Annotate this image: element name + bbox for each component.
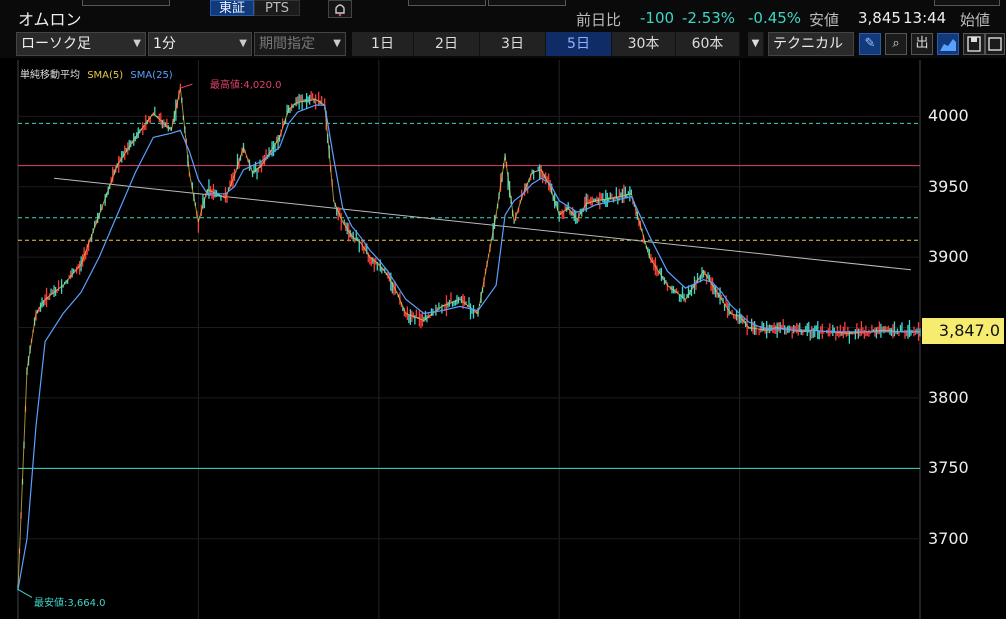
range-30bars[interactable]: 30本: [612, 32, 676, 56]
legend-sma25: SMA(25): [130, 70, 173, 81]
header-stub-mid2: [488, 0, 566, 6]
period-select[interactable]: 期間指定 ▼: [254, 32, 346, 56]
y-tick-label: 3700: [928, 528, 969, 548]
range-1d[interactable]: 1日: [352, 32, 414, 56]
chevron-down-icon: ▼: [133, 38, 141, 49]
high-annotation: 最高値:4,020.0: [210, 80, 282, 91]
save-icon[interactable]: [963, 33, 985, 55]
legend-title: 単純移動平均: [20, 70, 80, 81]
pencil-icon[interactable]: ✎: [859, 33, 881, 55]
chevron-down-icon: ▼: [239, 38, 247, 49]
period-value: 期間指定: [259, 36, 315, 52]
tab-pts[interactable]: PTS: [254, 0, 300, 16]
y-tick-label: 3900: [928, 247, 969, 267]
stock-title: オムロン: [18, 10, 82, 29]
low-annotation: 最安値:3,664.0: [34, 598, 106, 609]
window-icon[interactable]: [985, 33, 1005, 55]
chevron-down-icon: ▼: [333, 38, 341, 49]
range-3d[interactable]: 3日: [480, 32, 546, 56]
output-icon[interactable]: 出: [911, 33, 933, 55]
range-2d[interactable]: 2日: [414, 32, 480, 56]
y-tick-label: 3800: [928, 387, 969, 407]
header-stub-mid1: [408, 0, 486, 6]
current-price-tag: 3,847.0: [922, 318, 1004, 344]
legend: 単純移動平均 SMA(5) SMA(25): [20, 66, 177, 81]
chart-canvas[interactable]: [16, 60, 1006, 619]
trend-line: [54, 177, 912, 271]
chart-type-select[interactable]: ローソク足 ▼: [16, 32, 146, 56]
range-more-chevron-icon[interactable]: ▼: [748, 32, 764, 56]
header-bar: オムロン 東証 PTS 前日比 -100 -2.53% -0.45% 安値 3,…: [0, 0, 1006, 30]
quote-time: 13:44: [903, 9, 947, 27]
interval-value: 1分: [153, 36, 176, 52]
technical-button[interactable]: テクニカル: [768, 32, 854, 56]
range-60bars[interactable]: 60本: [676, 32, 740, 56]
low-marker: [17, 588, 33, 598]
high-marker: [180, 83, 193, 89]
zoom-icon[interactable]: ⌕: [885, 33, 907, 55]
alert-bell-icon[interactable]: [328, 0, 352, 18]
header-stub-left: [82, 0, 170, 6]
range-5d[interactable]: 5日: [546, 32, 612, 56]
change-percent-2: -0.45%: [748, 9, 802, 27]
chart-toolbar: ローソク足 ▼ 1分 ▼ 期間指定 ▼ 1日 2日 3日 5日 30本 60本 …: [0, 30, 1006, 58]
y-tick-label: 3750: [928, 458, 969, 478]
header-stub-right: [934, 0, 1000, 6]
y-tick-label: 3950: [928, 176, 969, 196]
sma5-line: [17, 88, 920, 590]
low-label: 安値: [809, 11, 840, 29]
low-value: 3,845: [858, 9, 901, 27]
change-percent: -2.53%: [682, 9, 736, 27]
interval-select[interactable]: 1分 ▼: [148, 32, 252, 56]
prev-day-label: 前日比: [576, 11, 622, 29]
legend-sma5: SMA(5): [87, 70, 124, 81]
y-tick-label: 4000: [928, 106, 969, 126]
sma25-line: [17, 104, 920, 590]
area-chart-icon[interactable]: [937, 33, 959, 55]
price-chart[interactable]: [16, 60, 1006, 619]
technical-label: テクニカル: [773, 36, 843, 52]
open-label: 始値: [960, 11, 991, 29]
chart-type-value: ローソク足: [21, 36, 91, 52]
tab-tse[interactable]: 東証: [210, 0, 254, 16]
change-value: -100: [640, 9, 675, 27]
